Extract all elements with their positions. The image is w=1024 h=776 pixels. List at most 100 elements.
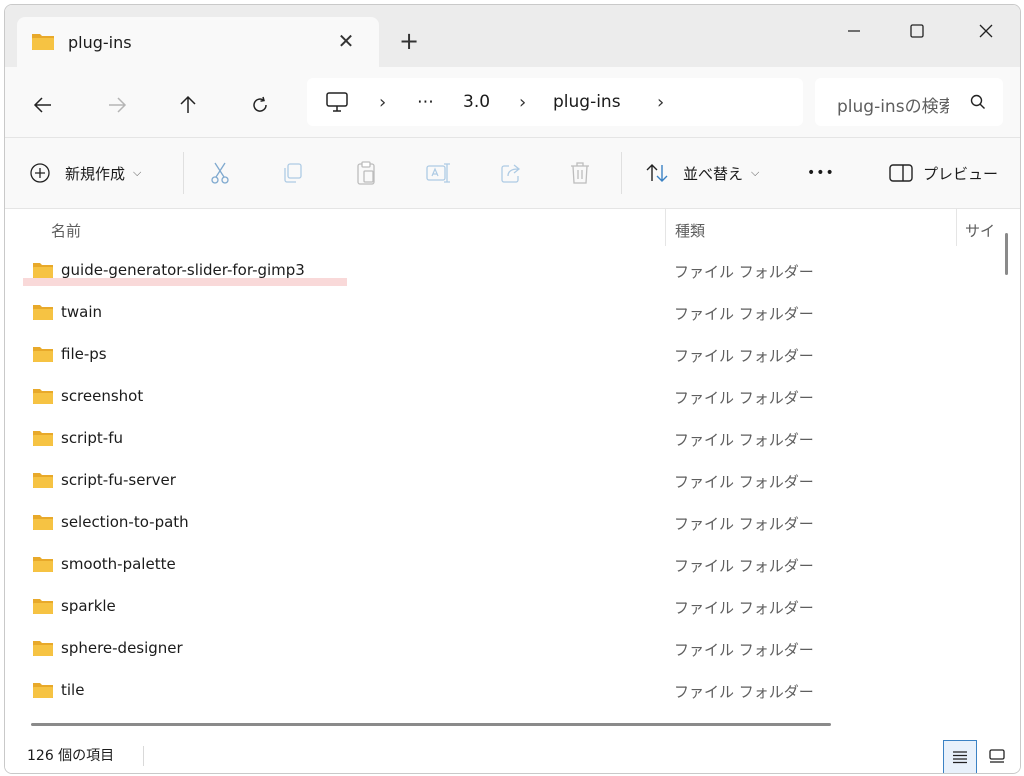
file-type: ファイル フォルダー [674, 347, 814, 365]
list-item[interactable]: smooth-palette ファイル フォルダー [23, 544, 983, 586]
file-type: ファイル フォルダー [674, 599, 814, 617]
file-explorer-window: plug-ins ✕ + › ⋯ 3.0 › plug-ins › plug-i… [4, 4, 1021, 774]
file-type: ファイル フォルダー [674, 473, 814, 491]
command-bar: 新規作成 ⌵ 並べ替え ⌵ ••• プレビュー [5, 137, 1020, 209]
folder-icon [32, 597, 54, 619]
list-item[interactable]: sparkle ファイル フォルダー [23, 586, 983, 628]
refresh-button[interactable] [242, 87, 278, 123]
status-bar: 126 個の項目 [5, 740, 1020, 773]
list-item[interactable]: script-fu-server ファイル フォルダー [23, 460, 983, 502]
file-name: script-fu [61, 429, 123, 447]
vertical-scrollbar[interactable] [1005, 233, 1008, 275]
cut-button[interactable] [209, 156, 231, 190]
copy-icon [284, 163, 302, 183]
file-name: tile [61, 681, 85, 699]
column-divider[interactable] [956, 208, 957, 246]
folder-icon [32, 681, 54, 703]
list-item[interactable]: tile ファイル フォルダー [23, 670, 983, 712]
delete-button[interactable] [569, 156, 591, 190]
address-bar[interactable]: › ⋯ 3.0 › plug-ins › [307, 78, 803, 126]
details-view-button[interactable] [943, 740, 977, 773]
more-icon: ••• [807, 165, 835, 181]
list-item[interactable]: sphere-designer ファイル フォルダー [23, 628, 983, 670]
breadcrumb-ellipsis[interactable]: ⋯ [417, 92, 434, 112]
search-input[interactable]: plug-insの検索 [837, 92, 949, 117]
share-button[interactable] [499, 156, 523, 190]
folder-icon [32, 303, 54, 325]
sort-icon [645, 162, 669, 184]
more-button[interactable]: ••• [807, 156, 835, 190]
chevron-right-icon[interactable]: › [379, 92, 386, 113]
file-name: screenshot [61, 387, 144, 405]
preview-label: プレビュー [923, 164, 999, 183]
folder-icon [32, 513, 54, 535]
folder-icon [32, 471, 54, 493]
divider [143, 746, 144, 766]
breadcrumb-plug-ins[interactable]: plug-ins [553, 92, 621, 112]
details-view-icon [953, 751, 967, 764]
tiles-view-button[interactable] [983, 742, 1011, 770]
file-type: ファイル フォルダー [674, 515, 814, 533]
highlight-mark [23, 278, 347, 286]
plus-circle-icon [29, 162, 51, 184]
preview-button[interactable]: プレビュー [889, 156, 998, 190]
sort-label: 並べ替え [683, 164, 744, 183]
folder-icon [32, 555, 54, 577]
minimize-button[interactable] [831, 11, 877, 51]
folder-icon [32, 345, 54, 367]
chevron-down-icon: ⌵ [133, 166, 142, 179]
horizontal-scrollbar[interactable] [31, 723, 831, 726]
computer-icon[interactable] [325, 91, 349, 117]
new-tab-icon[interactable]: + [395, 27, 423, 55]
breadcrumb-3-0[interactable]: 3.0 [463, 92, 490, 112]
column-divider[interactable] [665, 208, 666, 246]
folder-icon [32, 387, 54, 409]
preview-pane-icon [889, 163, 913, 183]
maximize-button[interactable] [894, 11, 940, 51]
trash-icon [571, 162, 589, 184]
refresh-icon [253, 96, 267, 112]
chevron-right-icon[interactable]: › [519, 92, 526, 113]
file-type: ファイル フォルダー [674, 641, 814, 659]
file-name: guide-generator-slider-for-gimp3 [61, 261, 305, 279]
column-type[interactable]: 種類 [675, 220, 705, 241]
up-button[interactable] [170, 87, 206, 123]
list-item[interactable]: twain ファイル フォルダー [23, 292, 983, 334]
folder-icon [32, 429, 54, 451]
list-item[interactable]: screenshot ファイル フォルダー [23, 376, 983, 418]
copy-button[interactable] [281, 156, 305, 190]
file-type: ファイル フォルダー [674, 557, 814, 575]
list-item[interactable]: selection-to-path ファイル フォルダー [23, 502, 983, 544]
list-item[interactable]: guide-generator-slider-for-gimp3 ファイル フォ… [23, 250, 983, 292]
close-window-button[interactable] [963, 11, 1009, 51]
close-tab-icon[interactable]: ✕ [333, 28, 359, 54]
file-name: file-ps [61, 345, 107, 363]
arrow-up-icon [180, 95, 196, 113]
paste-button[interactable] [355, 156, 377, 190]
sort-button[interactable]: 並べ替え ⌵ [645, 156, 759, 190]
horizontal-scroll-track [5, 715, 995, 739]
file-type: ファイル フォルダー [674, 389, 814, 407]
file-name: sphere-designer [61, 639, 183, 657]
divider [183, 152, 184, 194]
forward-button[interactable] [99, 87, 135, 123]
search-box[interactable]: plug-insの検索 [815, 78, 1003, 126]
tab-plug-ins[interactable]: plug-ins ✕ [17, 17, 379, 67]
tab-title: plug-ins [68, 33, 132, 52]
file-name: script-fu-server [61, 471, 176, 489]
scissors-icon [211, 162, 229, 184]
chevron-right-icon[interactable]: › [657, 92, 664, 113]
new-label: 新規作成 [65, 164, 126, 183]
new-button[interactable]: 新規作成 ⌵ [29, 156, 141, 190]
maximize-icon [910, 24, 924, 38]
file-name: selection-to-path [61, 513, 189, 531]
search-icon[interactable] [969, 93, 987, 115]
rename-button[interactable] [425, 156, 451, 190]
column-name[interactable]: 名前 [51, 220, 81, 241]
list-item[interactable]: script-fu ファイル フォルダー [23, 418, 983, 460]
list-item[interactable]: file-ps ファイル フォルダー [23, 334, 983, 376]
column-size[interactable]: サイ [965, 220, 995, 241]
file-name: smooth-palette [61, 555, 176, 573]
tiles-view-icon [989, 749, 1005, 763]
back-button[interactable] [25, 87, 61, 123]
